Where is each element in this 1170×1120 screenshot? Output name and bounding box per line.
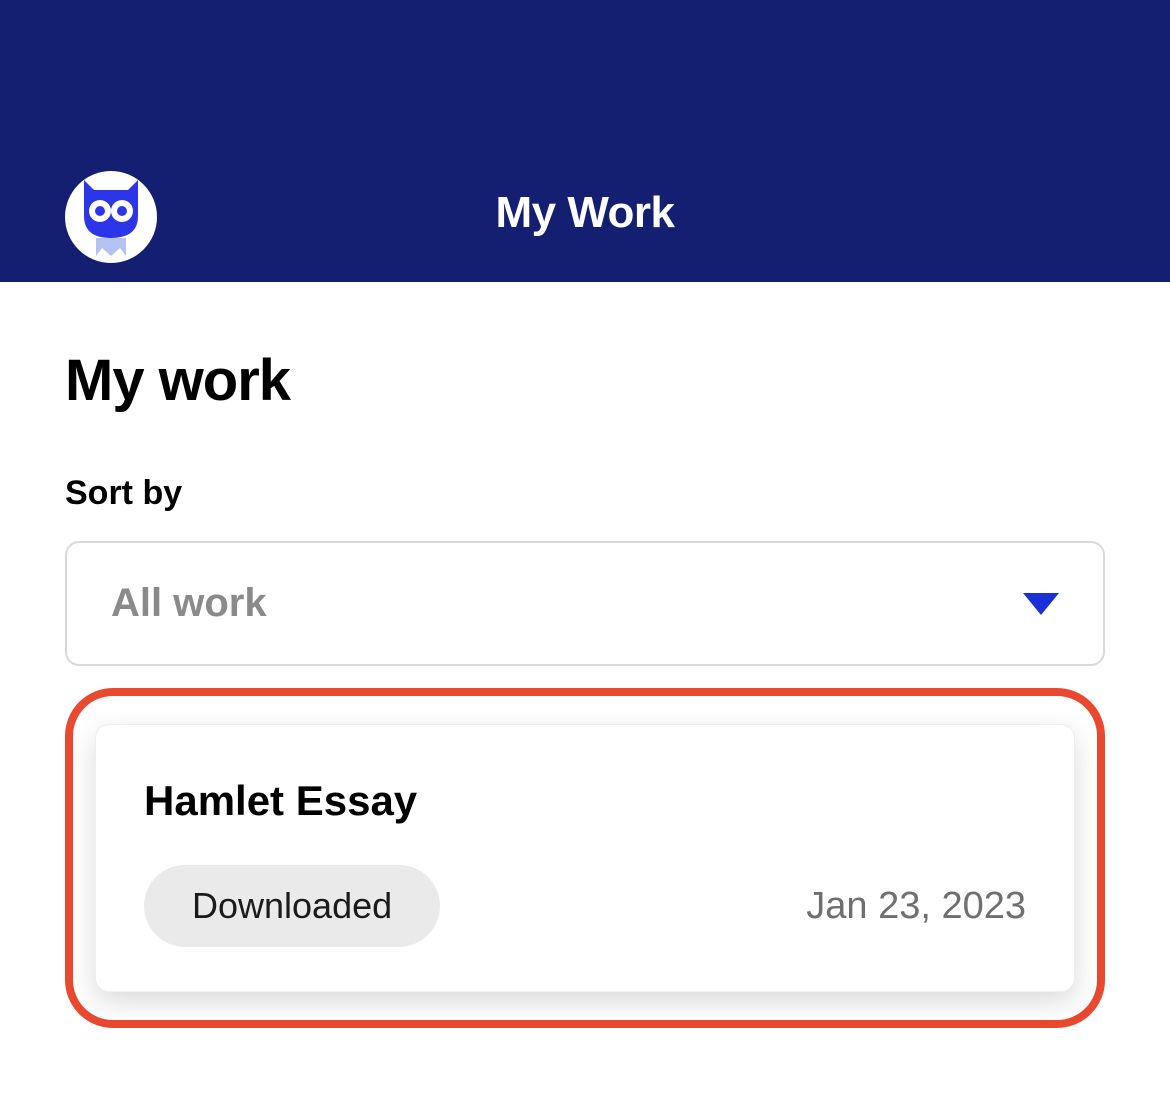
- header-bar: My Work: [0, 0, 1170, 282]
- owl-mascot-icon: [72, 178, 150, 256]
- work-item-meta: Downloaded Jan 23, 2023: [144, 865, 1026, 947]
- avatar[interactable]: [65, 171, 157, 263]
- work-item-card[interactable]: Hamlet Essay Downloaded Jan 23, 2023: [95, 724, 1075, 992]
- work-item-date: Jan 23, 2023: [806, 885, 1026, 928]
- highlight-annotation: Hamlet Essay Downloaded Jan 23, 2023: [65, 688, 1105, 1028]
- sort-select-value: All work: [111, 581, 267, 626]
- work-item-title: Hamlet Essay: [144, 777, 1026, 825]
- sort-by-label: Sort by: [65, 474, 1105, 513]
- status-badge: Downloaded: [144, 865, 440, 947]
- header-title: My Work: [0, 188, 1170, 238]
- sort-select[interactable]: All work: [65, 541, 1105, 666]
- chevron-down-icon: [1023, 593, 1059, 615]
- main-content: My work Sort by All work Hamlet Essay Do…: [0, 282, 1170, 1028]
- page-title: My work: [65, 347, 1105, 414]
